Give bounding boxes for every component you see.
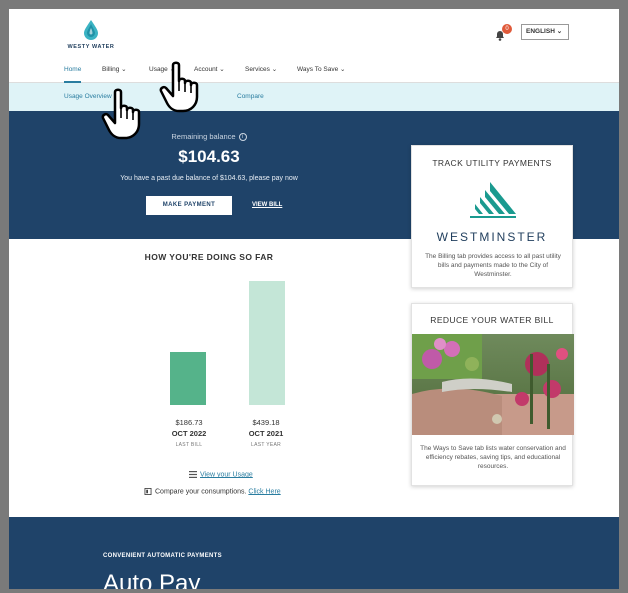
- bar-category-label: OCT 2022: [171, 429, 207, 438]
- westminster-wordmark: WESTMINSTER: [436, 230, 548, 244]
- nav-item-services[interactable]: Services ⌄: [245, 61, 277, 83]
- bar-oct-2021[interactable]: [249, 281, 285, 405]
- pointing-hand-icon: [159, 61, 199, 113]
- compare-click-here-link[interactable]: Click Here: [248, 488, 280, 495]
- garden-photo: [412, 334, 574, 435]
- card-description: The Ways to Save tab lists water conserv…: [420, 445, 566, 470]
- bar-caption: LAST BILL: [175, 442, 203, 448]
- card-description: The Billing tab provides access to all p…: [425, 253, 561, 278]
- site-header: WESTY WATER 0 ENGLISH ⌄: [9, 9, 619, 61]
- bar-oct-2022[interactable]: [170, 352, 206, 405]
- auto-pay-label: CONVENIENT AUTOMATIC PAYMENTS: [103, 553, 222, 559]
- nav-item-label: Ways To Save: [297, 66, 339, 73]
- auto-pay-section: CONVENIENT AUTOMATIC PAYMENTS Auto Pay: [9, 517, 619, 589]
- screenshot-frame-left: [0, 0, 9, 593]
- chevron-down-icon: ⌄: [269, 66, 278, 73]
- card-title: REDUCE YOUR WATER BILL: [430, 315, 554, 325]
- make-payment-button[interactable]: MAKE PAYMENT: [146, 196, 232, 215]
- nav-item-ways-to-save[interactable]: Ways To Save ⌄: [297, 61, 345, 83]
- view-usage-text: View your Usage: [200, 471, 253, 479]
- bar-label-last-year: $439.18 OCT 2021 LAST YEAR: [231, 418, 301, 448]
- view-usage-link[interactable]: View your Usage: [189, 471, 253, 478]
- chevron-down-icon: ⌄: [556, 28, 563, 35]
- screenshot-frame-right: [619, 0, 628, 593]
- notification-badge: 0: [502, 24, 512, 34]
- bar-value-label: $186.73: [175, 418, 203, 427]
- nav-item-billing[interactable]: Billing ⌄: [102, 61, 127, 83]
- bar-caption: LAST YEAR: [250, 442, 282, 448]
- screenshot-frame-bottom: [0, 589, 628, 593]
- subnav-compare[interactable]: Compare: [237, 83, 264, 111]
- chevron-down-icon: ⌄: [338, 66, 346, 73]
- card-title: TRACK UTILITY PAYMENTS: [432, 158, 552, 168]
- nav-item-label: Billing: [102, 66, 120, 73]
- chevron-down-icon: ⌄: [217, 66, 225, 73]
- water-drop-icon: [84, 20, 98, 40]
- list-icon: [189, 471, 197, 478]
- bar-category-label: OCT 2021: [248, 429, 284, 438]
- westminster-logo-icon: [470, 182, 516, 218]
- page: WESTY WATER 0 ENGLISH ⌄ Home Billing ⌄ U…: [9, 9, 619, 589]
- nav-item-label: Services: [245, 66, 270, 73]
- bar-label-last-bill: $186.73 OCT 2022 LAST BILL: [154, 418, 224, 448]
- reduce-water-bill-card[interactable]: REDUCE YOUR WATER BILL The Ways to Save …: [411, 303, 574, 486]
- track-payments-card[interactable]: TRACK UTILITY PAYMENTS WESTMINSTER The B…: [411, 145, 573, 288]
- document-icon: [144, 488, 152, 495]
- logo-text: WESTY WATER: [67, 44, 115, 50]
- compare-consumption-line: Compare your consumptions. Click Here: [144, 488, 281, 495]
- screenshot-frame-top: [0, 0, 628, 9]
- auto-pay-title: Auto Pay: [103, 570, 201, 589]
- chevron-down-icon: ⌄: [119, 66, 127, 73]
- info-icon[interactable]: i: [238, 133, 247, 142]
- language-select[interactable]: ENGLISH ⌄: [521, 24, 569, 40]
- balance-amount: $104.63: [178, 147, 240, 166]
- usage-title: HOW YOU'RE DOING SO FAR: [144, 252, 274, 262]
- logo[interactable]: WESTY WATER: [64, 19, 118, 59]
- nav-item-home[interactable]: Home: [64, 61, 82, 83]
- past-due-message: You have a past due balance of $104.63, …: [120, 175, 298, 182]
- pointing-hand-icon: [101, 88, 141, 140]
- compare-text: Compare your consumptions.: [155, 488, 247, 496]
- nav-item-label: Home: [64, 66, 82, 73]
- bar-value-label: $439.18: [252, 418, 280, 427]
- main-nav: Home Billing ⌄ Usage ⌄ Account ⌄ Service…: [9, 61, 619, 83]
- view-bill-link[interactable]: VIEW BILL: [252, 196, 282, 215]
- language-label: ENGLISH: [526, 28, 555, 35]
- remaining-balance-text: Remaining balance: [171, 132, 236, 141]
